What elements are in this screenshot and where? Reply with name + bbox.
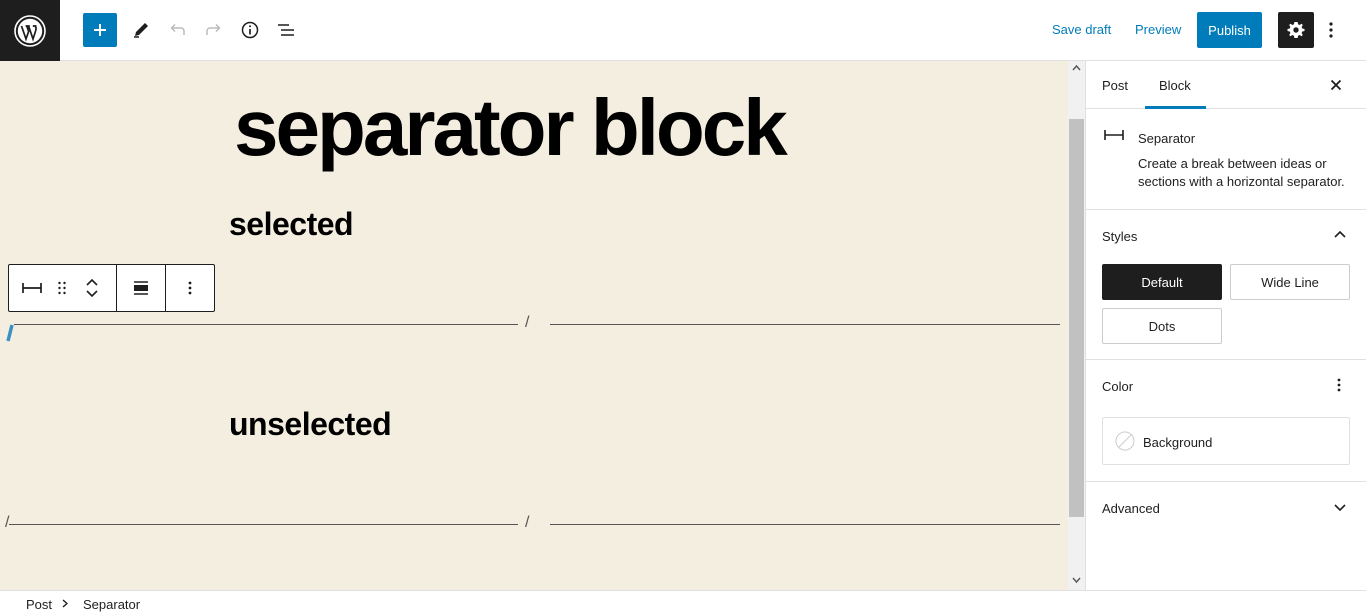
settings-button[interactable] <box>1278 12 1314 48</box>
details-button[interactable] <box>233 13 267 47</box>
vertical-ellipsis-icon <box>1329 22 1333 38</box>
chevron-down-icon[interactable] <box>1334 504 1346 512</box>
redo-button[interactable] <box>196 13 230 47</box>
settings-sidebar: Post Block Separator Create a break betw… <box>1085 61 1366 590</box>
pencil-icon <box>134 23 148 38</box>
list-view-icon <box>278 24 294 36</box>
block-toolbar <box>8 264 215 312</box>
wordpress-icon <box>14 14 46 47</box>
tools-button[interactable] <box>124 13 158 47</box>
separator-slash: / <box>5 514 10 531</box>
color-swatch-icon <box>1115 431 1135 451</box>
color-panel: Color Background <box>1086 360 1366 482</box>
separator-line-right <box>550 324 1060 325</box>
canvas-scrollbar[interactable] <box>1068 61 1085 590</box>
block-toolbar-group-align <box>117 265 166 311</box>
styles-panel: Styles Default Wide Line Dots <box>1086 210 1366 360</box>
info-icon <box>241 21 259 39</box>
plus-icon <box>94 24 106 36</box>
separator-icon <box>21 283 42 293</box>
style-default-button[interactable]: Default <box>1102 264 1222 300</box>
gear-icon <box>1287 22 1305 38</box>
advanced-panel-title[interactable]: Advanced <box>1102 501 1160 516</box>
block-card: Separator Create a break between ideas o… <box>1086 109 1366 210</box>
styles-panel-title[interactable]: Styles <box>1102 229 1137 244</box>
separator-line-right <box>550 524 1060 525</box>
block-breadcrumb: Post Separator <box>0 590 1366 613</box>
vertical-ellipsis-icon[interactable] <box>1336 377 1342 393</box>
undo-icon <box>170 23 185 35</box>
options-menu-button[interactable] <box>1316 13 1346 47</box>
background-color-label: Background <box>1143 435 1213 450</box>
block-card-title: Separator <box>1138 131 1196 146</box>
drag-handle-icon <box>57 281 66 295</box>
block-toolbar-group-main <box>9 265 117 311</box>
color-panel-title: Color <box>1102 379 1134 394</box>
separator-line-left <box>14 324 518 325</box>
block-card-description: Create a break between ideas or sections… <box>1138 156 1345 189</box>
chevron-up-icon[interactable] <box>85 276 99 288</box>
scroll-down-icon[interactable] <box>1072 576 1081 584</box>
align-wide-icon <box>134 281 148 295</box>
align-button[interactable] <box>117 265 165 311</box>
block-type-button[interactable] <box>9 265 55 311</box>
wordpress-logo-button[interactable] <box>0 0 60 61</box>
background-color-control[interactable]: Background <box>1102 417 1350 465</box>
close-sidebar-button[interactable] <box>1326 75 1346 95</box>
chevron-up-icon[interactable] <box>1334 230 1346 238</box>
post-title[interactable]: separator block <box>234 88 788 168</box>
separator-line-left <box>9 524 518 525</box>
tab-block[interactable]: Block <box>1159 78 1191 93</box>
breadcrumb-separator[interactable]: Separator <box>83 597 140 612</box>
separator-icon <box>1104 130 1124 140</box>
scroll-up-icon[interactable] <box>1072 64 1081 72</box>
heading-selected[interactable]: selected <box>229 208 354 240</box>
close-icon <box>1330 79 1342 91</box>
chevron-right-icon <box>62 599 68 608</box>
block-mover <box>68 265 116 311</box>
advanced-panel: Advanced <box>1086 482 1366 534</box>
redo-icon <box>206 23 221 35</box>
preview-button[interactable]: Preview <box>1135 22 1181 37</box>
undo-button[interactable] <box>161 13 195 47</box>
drag-handle[interactable] <box>55 265 69 311</box>
add-block-button[interactable] <box>83 13 117 47</box>
block-toolbar-group-more <box>166 265 214 311</box>
heading-unselected[interactable]: unselected <box>229 408 392 440</box>
selected-block-outline <box>6 324 14 342</box>
breadcrumb-post[interactable]: Post <box>26 597 52 612</box>
chevron-down-icon[interactable] <box>85 288 99 300</box>
tab-post[interactable]: Post <box>1102 78 1128 93</box>
publish-button[interactable]: Publish <box>1197 12 1262 48</box>
separator-slash: / <box>525 314 530 331</box>
scrollbar-thumb[interactable] <box>1069 119 1084 517</box>
sidebar-tabs: Post Block <box>1086 61 1366 109</box>
block-options-button[interactable] <box>166 265 214 311</box>
editor-header: Save draft Preview Publish <box>0 0 1366 61</box>
vertical-ellipsis-icon <box>188 281 192 295</box>
save-draft-button[interactable]: Save draft <box>1052 22 1111 37</box>
style-dots-button[interactable]: Dots <box>1102 308 1222 344</box>
editor-canvas[interactable]: separator block selected / unselected / … <box>0 61 1068 590</box>
style-wide-line-button[interactable]: Wide Line <box>1230 264 1350 300</box>
separator-slash: / <box>525 514 530 531</box>
list-view-button[interactable] <box>269 13 303 47</box>
